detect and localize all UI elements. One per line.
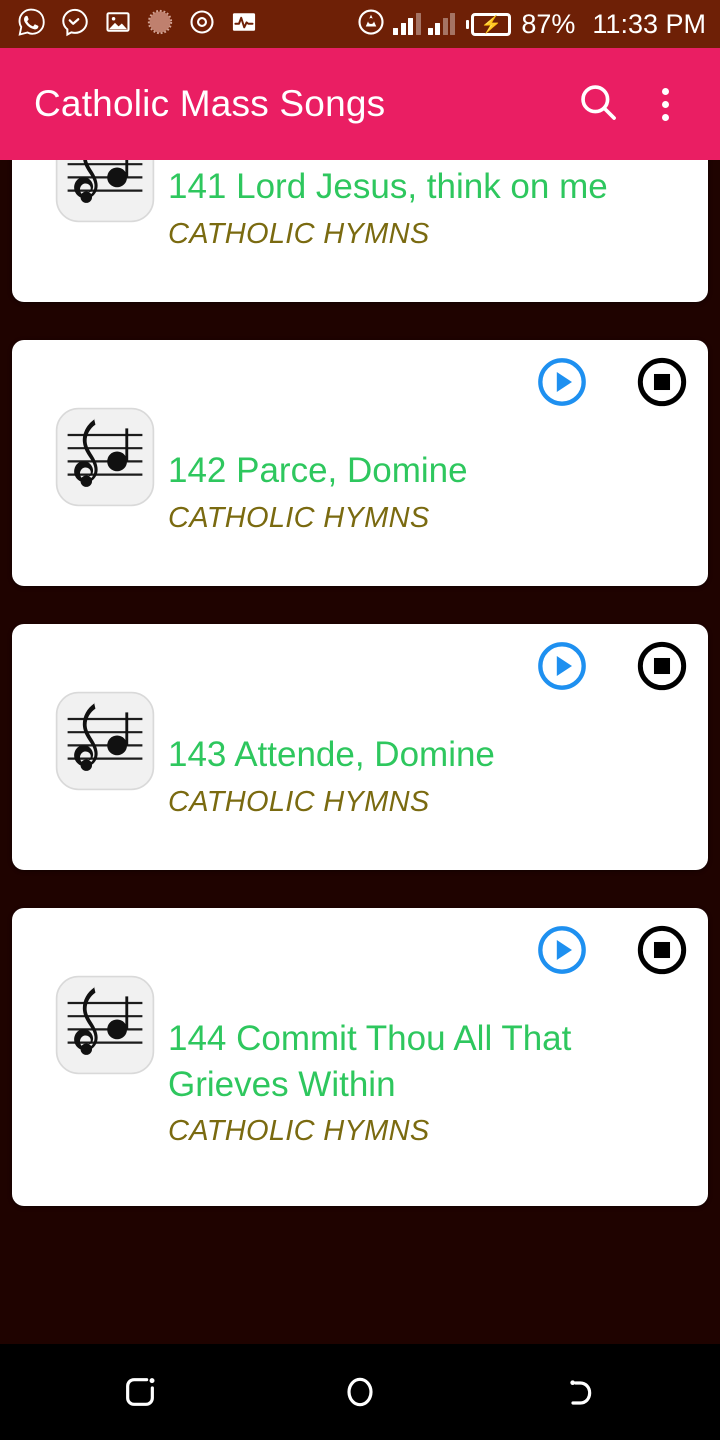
image-icon bbox=[104, 8, 132, 41]
signal-sim1-icon bbox=[393, 13, 421, 35]
hotspot-icon bbox=[356, 7, 386, 42]
overflow-menu-button[interactable] bbox=[636, 69, 694, 139]
home-button[interactable] bbox=[300, 1344, 420, 1440]
song-title: 144 Commit Thou All That Grieves Within bbox=[168, 1019, 572, 1104]
status-bar-system-icons: ⚡ 87% 11:33 PM bbox=[356, 7, 706, 42]
song-card-controls bbox=[534, 354, 690, 410]
song-subtitle: CATHOLIC HYMNS bbox=[168, 785, 430, 818]
play-icon bbox=[536, 924, 588, 976]
song-card-controls bbox=[534, 922, 690, 978]
music-note-icon bbox=[50, 686, 160, 796]
stop-button[interactable] bbox=[634, 638, 690, 694]
song-card[interactable]: 143 Attende, Domine CATHOLIC HYMNS bbox=[12, 624, 708, 870]
play-icon bbox=[536, 356, 588, 408]
battery-charging-icon: ⚡ bbox=[466, 12, 512, 36]
song-title: 142 Parce, Domine bbox=[168, 451, 468, 490]
song-subtitle: CATHOLIC HYMNS bbox=[168, 217, 430, 250]
song-card[interactable]: 144 Commit Thou All That Grieves Within … bbox=[12, 908, 708, 1206]
song-card[interactable]: 142 Parce, Domine CATHOLIC HYMNS bbox=[12, 340, 708, 586]
status-bar: ⚡ 87% 11:33 PM bbox=[0, 0, 720, 48]
music-note-icon bbox=[50, 970, 160, 1080]
stop-icon bbox=[636, 924, 688, 976]
circle-dotted-icon bbox=[146, 8, 174, 41]
search-button[interactable] bbox=[566, 72, 630, 136]
back-button[interactable] bbox=[520, 1344, 640, 1440]
stop-icon bbox=[636, 640, 688, 692]
status-bar-clock: 11:33 PM bbox=[592, 8, 706, 39]
stop-button[interactable] bbox=[634, 354, 690, 410]
song-card[interactable]: 141 Lord Jesus, think on me CATHOLIC HYM… bbox=[12, 160, 708, 302]
song-card-text: 142 Parce, Domine CATHOLIC HYMNS bbox=[168, 400, 690, 537]
song-card-text: 143 Attende, Domine CATHOLIC HYMNS bbox=[168, 684, 690, 821]
overflow-dot-icon bbox=[661, 113, 669, 121]
record-icon bbox=[188, 8, 216, 41]
stop-button[interactable] bbox=[634, 922, 690, 978]
recents-icon bbox=[120, 1372, 160, 1412]
song-title: 141 Lord Jesus, think on me bbox=[168, 167, 608, 206]
signal-sim2-icon bbox=[427, 13, 456, 35]
pulse-icon bbox=[230, 8, 258, 41]
phone-screen: ⚡ 87% 11:33 PM Catholic Mass Songs 141 L… bbox=[0, 0, 720, 1440]
back-icon bbox=[560, 1372, 600, 1412]
page-title: Catholic Mass Songs bbox=[34, 83, 386, 124]
home-icon bbox=[340, 1372, 380, 1412]
play-button[interactable] bbox=[534, 354, 590, 410]
messenger-icon bbox=[60, 7, 90, 42]
play-icon bbox=[536, 640, 588, 692]
whatsapp-icon bbox=[16, 7, 46, 42]
stop-icon bbox=[636, 356, 688, 408]
play-button[interactable] bbox=[534, 638, 590, 694]
status-bar-notification-icons bbox=[16, 7, 356, 42]
song-card-text: 144 Commit Thou All That Grieves Within … bbox=[168, 968, 690, 1150]
song-title: 143 Attende, Domine bbox=[168, 735, 495, 774]
song-card-controls bbox=[534, 638, 690, 694]
search-icon bbox=[575, 79, 621, 130]
app-bar: Catholic Mass Songs bbox=[0, 48, 720, 160]
recents-button[interactable] bbox=[80, 1344, 200, 1440]
battery-percent-label: 87% bbox=[521, 8, 576, 39]
song-subtitle: CATHOLIC HYMNS bbox=[168, 1115, 430, 1147]
play-button[interactable] bbox=[534, 922, 590, 978]
navigation-bar bbox=[0, 1344, 720, 1440]
overflow-dot-icon bbox=[661, 100, 669, 108]
song-list[interactable]: 141 Lord Jesus, think on me CATHOLIC HYM… bbox=[0, 160, 720, 1344]
music-note-icon bbox=[50, 160, 160, 228]
music-note-icon bbox=[50, 402, 160, 512]
song-card-text: 141 Lord Jesus, think on me CATHOLIC HYM… bbox=[168, 160, 690, 253]
overflow-dot-icon bbox=[661, 87, 669, 95]
song-subtitle: CATHOLIC HYMNS bbox=[168, 501, 430, 534]
